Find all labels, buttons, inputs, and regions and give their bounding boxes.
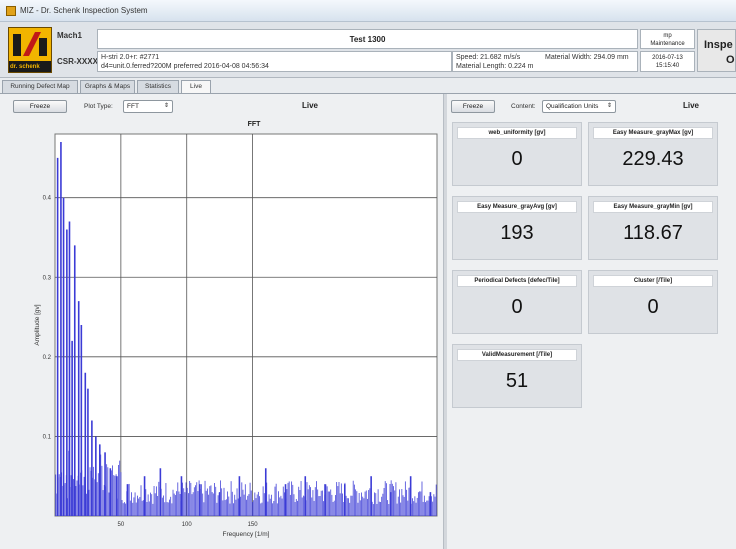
speed-readout: Speed: 21.682 m/s/s [456,54,521,61]
tab-live[interactable]: Live [181,80,211,94]
measurement-tile: Easy Measure_grayAvg [gv] 193 [452,196,582,260]
right-live-label: Live [683,101,700,110]
window-titlebar: MIZ - Dr. Schenk Inspection System [0,0,736,22]
x-tick-label: 100 [182,522,193,528]
tile-value: 193 [500,222,534,244]
tile-value: 118.67 [623,222,683,244]
measurement-tile: Easy Measure_grayMax [gv] 229.43 [588,122,718,186]
x-tick-label: 50 [118,522,125,528]
tile-name: ValidMeasurement [/Tile] [457,349,577,361]
y-tick-label: 0.4 [43,196,52,202]
date-readout: 2016-07-13 [652,55,683,61]
content-select[interactable]: Qualification Units ⇕ [542,100,616,113]
material-width-readout: Material Width: 294.09 mm [545,54,629,61]
y-tick-label: 0.3 [43,275,52,281]
inspection-status: Inspe O [697,29,736,72]
window-title: MIZ - Dr. Schenk Inspection System [20,6,148,15]
tile-value: 0 [647,296,659,318]
machine-name: Mach1 [57,31,82,40]
job-info-box: H-stri 2.0+r: #2771 d4=unit.0.ferred?200… [97,51,452,72]
recipe-name: Test 1300 [349,35,386,44]
measurement-tile: Easy Measure_grayMin [gv] 118.67 [588,196,718,260]
tab-running-defect-map[interactable]: Running Defect Map [2,80,78,93]
tile-value: 0 [511,296,523,318]
x-tick-label: 150 [248,522,259,528]
plot-area [54,133,438,517]
x-axis-label: Frequency [1/m] [223,531,270,538]
measurements-panel: Freeze Content: Qualification Units ⇕ Li… [447,94,736,549]
tile-name: Easy Measure_grayMax [gv] [593,127,713,139]
app-icon [6,6,16,16]
material-length-readout: Material Length: 0.224 m [456,63,534,70]
tile-value: 51 [505,370,529,392]
system-code: CSR-XXXX [57,57,98,66]
time-readout: 15:15:40 [655,63,680,69]
measurement-tile: Cluster [/Tile] 0 [588,270,718,334]
tile-name: Cluster [/Tile] [593,275,713,287]
mode-indicator[interactable]: mp Maintenance [640,29,695,49]
tab-graphs-maps[interactable]: Graphs & Maps [80,80,135,93]
measurement-tile: ValidMeasurement [/Tile] 51 [452,344,582,408]
y-tick-label: 0.2 [43,355,52,361]
job-info-line2: d4=unit.0.ferred?200M preferred 2016-04-… [101,63,269,70]
job-info-line1: H-stri 2.0+r: #2771 [101,54,160,61]
tile-value: 0 [511,148,523,170]
tile-name: Periodical Defects [defec/Tile] [457,275,577,287]
logo-text: dr. schenk [10,64,40,70]
fft-panel: Freeze Plot Type: FFT ⇕ Live FFT 50 100 150… [0,94,443,549]
tile-name: web_uniformity [gv] [457,127,577,139]
status-line2: O [726,54,735,66]
measurement-tile: web_uniformity [gv] 0 [452,122,582,186]
fft-chart: FFT 50 100 150 0.1 0.2 0.3 0.4 Frequency [1/m] Am… [34,121,438,538]
recipe-box: Test 1300 [97,29,638,49]
tile-value: 229.43 [622,148,684,170]
mode-line1: mp [663,33,672,39]
updown-arrow-icon: ⇕ [606,103,612,109]
y-tick-label: 0.1 [43,434,52,440]
tile-name: Easy Measure_grayMin [gv] [593,201,713,213]
tile-name: Easy Measure_grayAvg [gv] [457,201,577,213]
material-info-box: Speed: 21.682 m/s/s Material Width: 294.… [452,51,638,72]
chart-title: FFT [248,121,262,128]
status-line1: Inspe [704,39,733,51]
measurement-tile: Periodical Defects [defec/Tile] 0 [452,270,582,334]
content-value: Qualification Units [546,103,599,110]
datetime-box: 2016-07-13 15:15:40 [640,51,695,72]
tab-statistics[interactable]: Statistics [137,80,179,93]
right-freeze-button[interactable]: Freeze [451,100,495,113]
content-label: Content: [511,103,536,110]
mode-line2: Maintenance [650,41,685,47]
y-axis-label: Amplitude [gv] [34,304,41,345]
